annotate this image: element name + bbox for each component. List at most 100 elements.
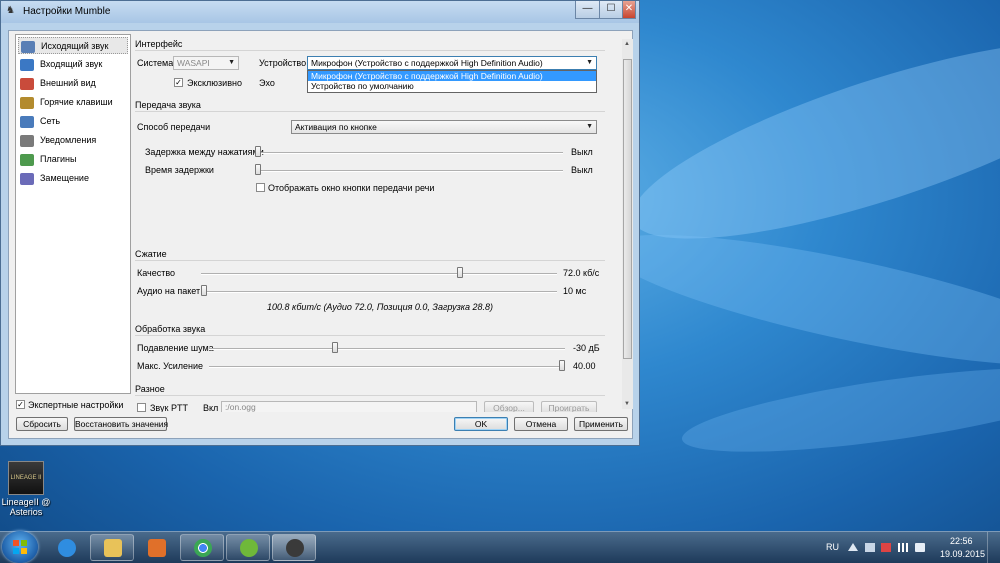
compression-group-title: Сжатие — [135, 249, 167, 259]
device-option[interactable]: Микрофон (Устройство с поддержкой High D… — [308, 71, 596, 81]
mumble-app-icon: ♞ — [6, 5, 15, 16]
apply-button[interactable]: Применить — [574, 417, 628, 431]
delay-between-slider[interactable] — [255, 146, 261, 157]
noise-suppression-slider-track — [209, 348, 565, 350]
sidebar-item-overlay[interactable]: Замещение — [18, 170, 128, 187]
internet-explorer-icon — [58, 539, 76, 557]
show-hidden-icons-icon[interactable] — [848, 543, 858, 551]
quality-value: 72.0 кб/с — [563, 268, 600, 278]
desktop-icon-label[interactable]: LineageII @ Asterios — [0, 497, 52, 517]
sidebar-item-network[interactable]: Сеть — [18, 113, 128, 130]
quality-label: Качество — [137, 268, 176, 278]
settings-sidebar: Исходящий звук Входящий звук Внешний вид… — [15, 34, 131, 394]
play-button[interactable]: Проиграть — [541, 401, 597, 412]
noise-suppression-slider[interactable] — [331, 342, 338, 353]
sidebar-item-plugins[interactable]: Плагины — [18, 151, 128, 168]
delay-between-value: Выкл — [571, 147, 593, 157]
taskbar-media-player[interactable] — [134, 534, 178, 561]
sidebar-item-appearance[interactable]: Внешний вид — [18, 75, 128, 92]
restore-defaults-button[interactable]: Восстановить значения — [74, 417, 168, 431]
on-sound-path-input[interactable]: :/on.ogg — [221, 401, 477, 412]
chrome-icon — [194, 539, 212, 557]
scroll-down-icon[interactable]: ▼ — [624, 401, 630, 407]
taskbar-utorrent[interactable] — [226, 534, 270, 561]
wallpaper-streak — [597, 208, 1000, 392]
system-label: Система — [137, 58, 174, 68]
max-gain-label: Макс. Усиление — [137, 361, 204, 371]
show-ptt-window-checkbox[interactable] — [256, 183, 265, 192]
browse-button[interactable]: Обзор... — [484, 401, 534, 412]
clock-date[interactable]: 19.09.2015 — [940, 549, 985, 559]
title-bar[interactable]: ♞ Настройки Mumble — ☐ ✕ — [1, 1, 639, 23]
sidebar-item-notifications[interactable]: Уведомления — [18, 132, 128, 149]
action-center-icon[interactable] — [865, 543, 875, 552]
noise-suppression-value: -30 дБ — [573, 343, 600, 353]
expert-settings-label: Экспертные настройки — [28, 400, 124, 410]
network-status-icon[interactable] — [898, 543, 908, 552]
chevron-down-icon: ▼ — [586, 59, 593, 66]
keyboard-icon — [20, 96, 34, 109]
exclusive-checkbox[interactable]: ✓ — [174, 78, 183, 87]
ok-button[interactable]: OK — [454, 417, 508, 431]
quality-slider-track — [201, 273, 557, 275]
show-ptt-window-label: Отображать окно кнопки передачи речи — [268, 183, 435, 193]
delay-between-label: Задержка между нажатиями — [145, 147, 264, 157]
quality-slider[interactable] — [456, 267, 463, 278]
audio-per-packet-slider[interactable] — [201, 285, 207, 296]
sidebar-item-hotkeys[interactable]: Горячие клавиши — [18, 94, 128, 111]
overlay-icon — [20, 172, 34, 185]
chevron-down-icon: ▼ — [586, 123, 593, 130]
windows-logo-icon — [13, 540, 27, 554]
lineage-desktop-icon[interactable]: LINEAGE II — [8, 461, 44, 495]
max-gain-slider[interactable] — [559, 360, 565, 371]
ptt-sound-checkbox[interactable] — [137, 403, 146, 412]
transmission-method-select[interactable]: Активация по кнопке ▼ — [291, 120, 597, 134]
taskbar-mumble[interactable] — [272, 534, 316, 561]
transmission-group-title: Передача звука — [135, 100, 201, 110]
cancel-button[interactable]: Отмена — [514, 417, 568, 431]
delay-slider[interactable] — [255, 164, 261, 175]
start-button[interactable] — [2, 531, 38, 563]
expert-settings-checkbox[interactable]: ✓ — [16, 400, 25, 409]
show-desktop-button[interactable] — [987, 532, 1000, 563]
settings-window: ♞ Настройки Mumble — ☐ ✕ Исходящий звук … — [0, 0, 640, 446]
device-dropdown-list: Микрофон (Устройство с поддержкой High D… — [307, 70, 597, 93]
echo-label: Эхо — [259, 78, 275, 88]
window-client: Исходящий звук Входящий звук Внешний вид… — [8, 30, 633, 439]
taskbar-file-explorer[interactable] — [90, 534, 134, 561]
media-player-icon — [148, 539, 166, 557]
volume-icon[interactable] — [915, 543, 925, 552]
maximize-button[interactable]: ☐ — [599, 1, 623, 19]
minimize-button[interactable]: — — [575, 1, 600, 19]
panel-scrollbar[interactable]: ▲ ▼ — [622, 39, 633, 409]
bitrate-summary: 100.8 кбит/с (Аудио 72.0, Позиция 0.0, З… — [267, 302, 494, 312]
wallpaper-streak — [677, 351, 1000, 469]
device-select[interactable]: Микрофон (Устройство с поддержкой High D… — [307, 56, 597, 70]
window-title: Настройки Mumble — [23, 6, 111, 17]
system-select: WASAPI ▼ — [173, 56, 239, 70]
taskbar-internet-explorer[interactable] — [44, 534, 88, 561]
interface-group-title: Интерфейс — [135, 39, 183, 49]
delay-label: Время задержки — [145, 165, 214, 175]
group-divider — [135, 260, 605, 261]
clock-time[interactable]: 22:56 — [950, 536, 973, 546]
reset-button[interactable]: Сбросить — [16, 417, 68, 431]
device-option[interactable]: Устройство по умолчанию — [308, 81, 596, 91]
delay-between-slider-track — [255, 152, 563, 154]
network-icon — [20, 115, 34, 128]
scrollbar-thumb[interactable] — [623, 59, 632, 359]
scroll-up-icon[interactable]: ▲ — [624, 41, 630, 47]
on-sound-label: Вкл — [203, 403, 219, 412]
settings-panel: Интерфейс Система WASAPI ▼ Устройство Мик… — [131, 34, 619, 412]
notification-flag-icon[interactable] — [881, 543, 891, 552]
sidebar-item-incoming-audio[interactable]: Входящий звук — [18, 56, 128, 73]
audio-per-packet-value: 10 мс — [563, 286, 587, 296]
max-gain-slider-track — [209, 366, 565, 368]
microphone-icon — [21, 40, 35, 53]
taskbar: RU 22:56 19.09.2015 — [0, 531, 1000, 563]
audio-per-packet-slider-track — [201, 291, 557, 293]
taskbar-chrome[interactable] — [180, 534, 224, 561]
close-button[interactable]: ✕ — [622, 1, 636, 19]
sidebar-item-outgoing-audio[interactable]: Исходящий звук — [18, 37, 128, 54]
language-indicator[interactable]: RU — [826, 542, 839, 552]
